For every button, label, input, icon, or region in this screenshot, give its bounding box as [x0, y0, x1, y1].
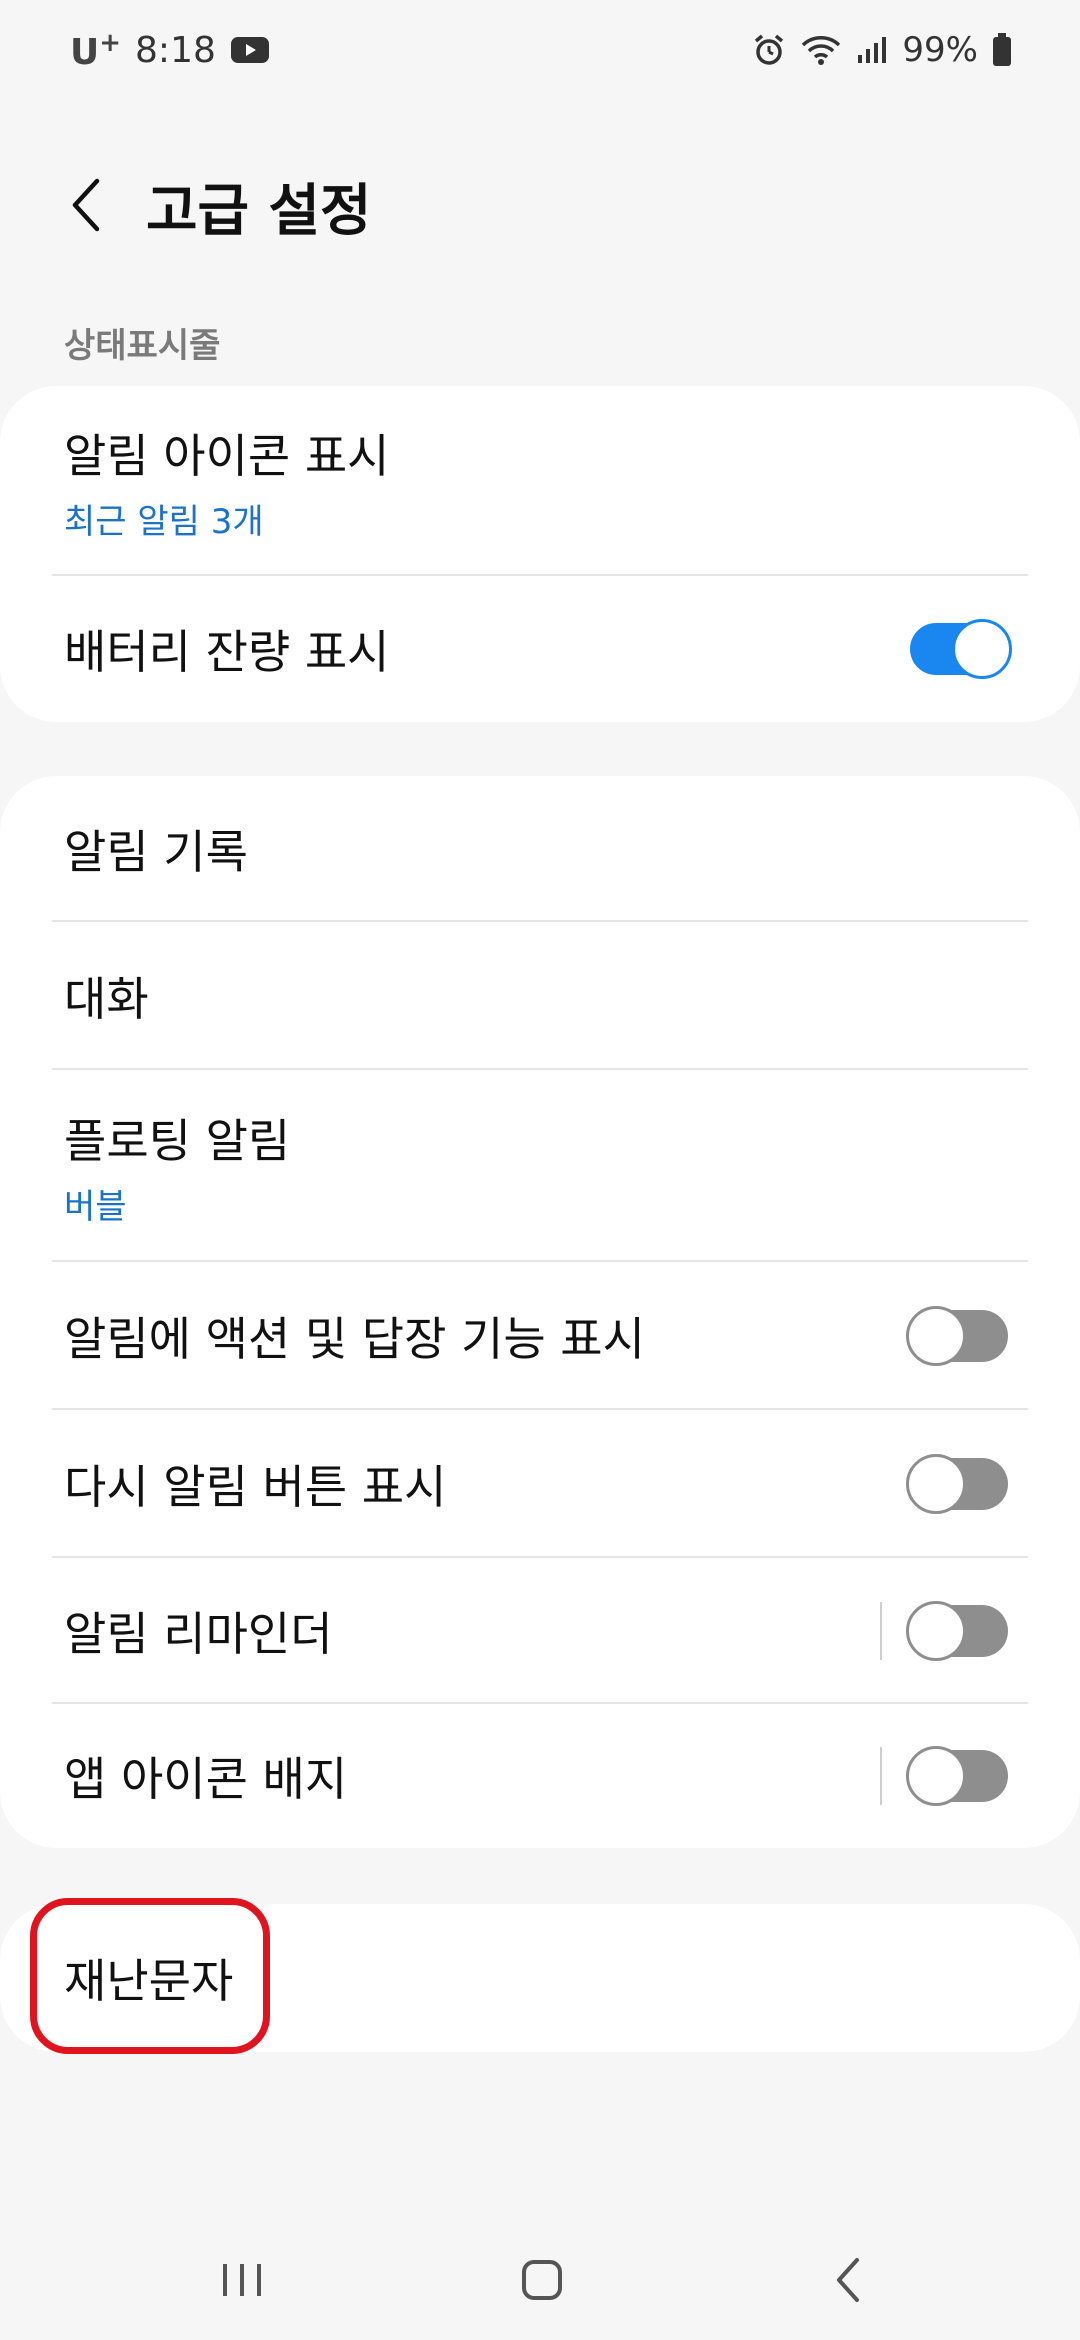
vertical-separator [880, 1747, 882, 1805]
vertical-separator [880, 1602, 882, 1660]
section-label-status-bar: 상태표시줄 [64, 326, 221, 366]
snooze-button-toggle[interactable] [906, 1454, 1008, 1514]
back-nav-button[interactable] [808, 2250, 888, 2310]
list-item-battery-percentage[interactable]: 배터리 잔량 표시 [0, 576, 1080, 722]
toggle-knob [906, 1454, 966, 1514]
app-header: 고급 설정 [0, 150, 1080, 260]
row-title: 플로팅 알림 [64, 1113, 291, 1168]
status-time: 8:18 [135, 29, 216, 71]
list-item-snooze-button[interactable]: 다시 알림 버튼 표시 [0, 1410, 1080, 1558]
back-button[interactable] [52, 170, 122, 240]
row-title: 알림 리마인더 [64, 1607, 333, 1661]
notification-reminders-toggle[interactable] [906, 1601, 1008, 1661]
toggle-knob [906, 1306, 966, 1366]
toggle-knob [906, 1601, 966, 1661]
toggle-knob [906, 1746, 966, 1806]
row-title: 배터리 잔량 표시 [64, 625, 390, 679]
back-icon [837, 2258, 859, 2302]
row-subtitle: 버블 [64, 1186, 127, 1227]
status-bar: U+ 8:18 99% [0, 0, 1080, 100]
list-item-notification-icons[interactable]: 알림 아이콘 표시 최근 알림 3개 [0, 386, 1080, 576]
list-item-floating-notifications[interactable]: 플로팅 알림 버블 [0, 1070, 1080, 1262]
row-title: 알림 기록 [64, 825, 248, 879]
notification-options-card: 알림 기록 대화 플로팅 알림 버블 알림에 액션 및 답장 기능 표시 다시 … [0, 776, 1080, 1848]
battery-percentage-toggle[interactable] [910, 619, 1012, 679]
navigation-bar [0, 2220, 1080, 2340]
row-subtitle: 최근 알림 3개 [64, 501, 264, 542]
battery-percent: 99% [902, 30, 978, 70]
battery-icon [992, 33, 1012, 67]
action-reply-toggle[interactable] [906, 1306, 1008, 1366]
row-title: 알림에 액션 및 답장 기능 표시 [64, 1312, 645, 1366]
app-icon-badges-toggle[interactable] [906, 1746, 1008, 1806]
home-icon [522, 2260, 562, 2300]
row-title: 앱 아이콘 배지 [64, 1752, 348, 1806]
list-item-app-icon-badges[interactable]: 앱 아이콘 배지 [0, 1704, 1080, 1848]
chevron-left-icon [72, 178, 100, 232]
recents-button[interactable] [202, 2250, 282, 2310]
highlight-annotation [30, 1898, 270, 2054]
row-title: 다시 알림 버튼 표시 [64, 1460, 447, 1514]
row-title: 알림 아이콘 표시 [64, 428, 390, 483]
alarm-icon [752, 33, 786, 67]
list-item-action-reply[interactable]: 알림에 액션 및 답장 기능 표시 [0, 1262, 1080, 1410]
list-item-notification-history[interactable]: 알림 기록 [0, 776, 1080, 922]
carrier-label: U+ [70, 27, 122, 73]
signal-icon [856, 35, 888, 65]
list-item-conversations[interactable]: 대화 [0, 922, 1080, 1070]
row-title: 대화 [64, 972, 149, 1026]
status-bar-card: 알림 아이콘 표시 최근 알림 3개 배터리 잔량 표시 [0, 386, 1080, 722]
list-item-notification-reminders[interactable]: 알림 리마인더 [0, 1558, 1080, 1704]
youtube-icon [230, 35, 270, 65]
recents-icon [223, 2264, 261, 2296]
page-title: 고급 설정 [146, 179, 372, 244]
home-button[interactable] [502, 2250, 582, 2310]
wifi-icon [800, 34, 842, 66]
toggle-knob [952, 619, 1012, 679]
